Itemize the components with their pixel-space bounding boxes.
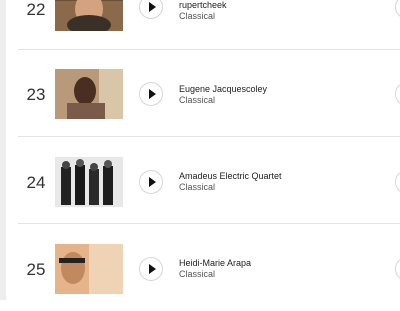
track-genre: Classical — [179, 269, 216, 279]
rank-number: 23 — [26, 85, 46, 104]
more-button[interactable] — [395, 82, 400, 106]
rank-number: 24 — [26, 173, 46, 192]
more-button[interactable] — [395, 0, 400, 19]
play-icon — [149, 2, 156, 12]
rank-number: 22 — [26, 0, 46, 19]
list-item[interactable]: 25 Heidi-Marie Arapa Classical — [6, 224, 400, 311]
track-genre: Classical — [179, 11, 216, 21]
play-icon — [149, 177, 156, 187]
track-genre: Classical — [179, 182, 216, 192]
artist-thumbnail[interactable] — [55, 69, 123, 119]
play-button[interactable] — [139, 257, 163, 281]
track-title[interactable]: Amadeus Electric Quartet — [179, 171, 379, 182]
play-icon — [149, 264, 156, 274]
list-item[interactable]: 24 Amadeus Electric Quartet Classical — [6, 137, 400, 224]
more-button[interactable] — [395, 257, 400, 281]
track-genre: Classical — [179, 95, 216, 105]
artist-thumbnail[interactable] — [55, 157, 123, 207]
list-item[interactable]: 23 Eugene Jacquescoley Classical — [6, 50, 400, 137]
list-item[interactable]: 22 rupertcheek Classical — [6, 0, 400, 50]
artist-thumbnail[interactable] — [55, 244, 123, 294]
play-button[interactable] — [139, 0, 163, 19]
play-button[interactable] — [139, 82, 163, 106]
track-title[interactable]: rupertcheek — [179, 0, 379, 11]
play-icon — [149, 89, 156, 99]
more-button[interactable] — [395, 170, 400, 194]
track-title[interactable]: Heidi-Marie Arapa — [179, 258, 379, 269]
track-title[interactable]: Eugene Jacquescoley — [179, 84, 379, 95]
play-button[interactable] — [139, 170, 163, 194]
rank-number: 25 — [26, 260, 46, 279]
artist-thumbnail[interactable] — [55, 0, 123, 31]
